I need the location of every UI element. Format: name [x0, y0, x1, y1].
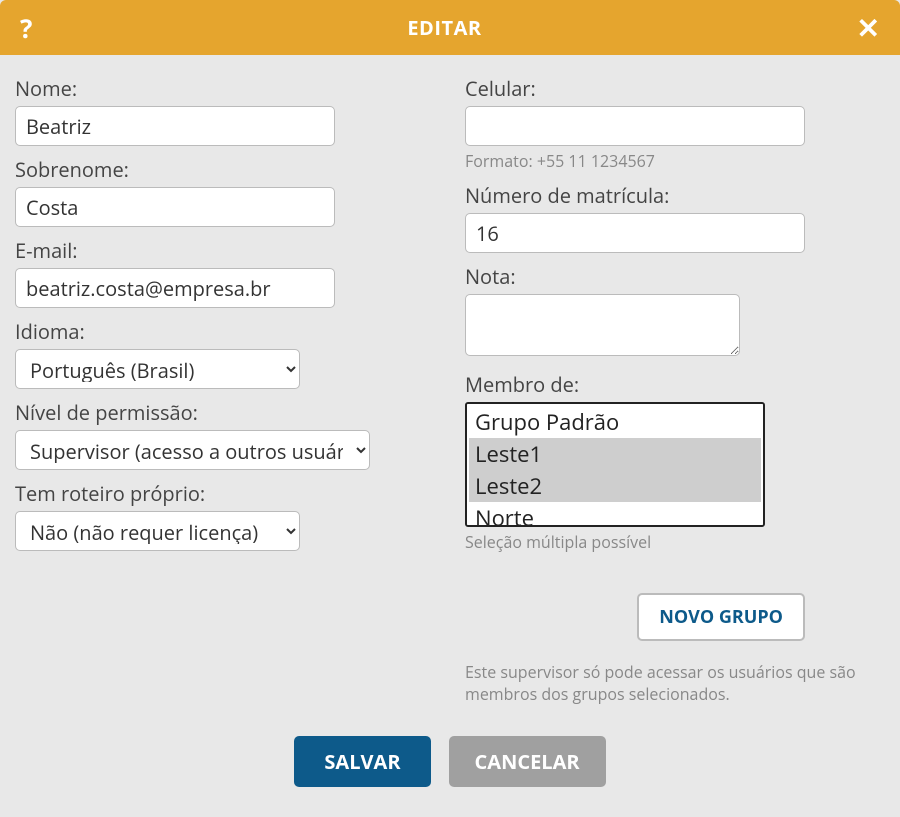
- supervisor-note: Este supervisor só pode acessar os usuár…: [465, 661, 860, 706]
- matricula-input[interactable]: [465, 213, 805, 253]
- matricula-label: Número de matrícula:: [465, 182, 805, 209]
- idioma-select[interactable]: Português (Brasil): [15, 349, 300, 389]
- group-option[interactable]: Norte: [469, 502, 761, 527]
- idioma-label: Idioma:: [15, 318, 335, 345]
- close-icon[interactable]: ✕: [857, 14, 880, 42]
- column-left: Nome: Sobrenome: E-mail: Idioma: Portugu…: [15, 75, 335, 706]
- group-option[interactable]: Leste1: [469, 438, 761, 470]
- salvar-button[interactable]: SALVAR: [294, 736, 430, 787]
- modal-body: Nome: Sobrenome: E-mail: Idioma: Portugu…: [0, 55, 900, 716]
- sobrenome-label: Sobrenome:: [15, 156, 335, 183]
- roteiro-label: Tem roteiro próprio:: [15, 480, 335, 507]
- cancelar-button[interactable]: CANCELAR: [449, 736, 606, 787]
- sobrenome-input[interactable]: [15, 187, 335, 227]
- group-option[interactable]: Leste2: [469, 470, 761, 502]
- nome-label: Nome:: [15, 75, 335, 102]
- novo-grupo-button[interactable]: NOVO GRUPO: [637, 593, 805, 641]
- membro-select[interactable]: Grupo PadrãoLeste1Leste2Norte: [465, 402, 765, 527]
- permissao-label: Nível de permissão:: [15, 399, 335, 426]
- email-label: E-mail:: [15, 237, 335, 264]
- permissao-select[interactable]: Supervisor (acesso a outros usuários): [15, 430, 370, 470]
- email-input[interactable]: [15, 268, 335, 308]
- modal-title: EDITAR: [407, 14, 481, 41]
- membro-label: Membro de:: [465, 371, 805, 398]
- celular-hint: Formato: +55 11 1234567: [465, 150, 805, 172]
- column-right: Celular: Formato: +55 11 1234567 Número …: [465, 75, 805, 706]
- nome-input[interactable]: [15, 106, 335, 146]
- roteiro-select[interactable]: Não (não requer licença): [15, 511, 300, 551]
- group-option[interactable]: Grupo Padrão: [469, 406, 761, 438]
- celular-label: Celular:: [465, 75, 805, 102]
- modal-header: ? EDITAR ✕: [0, 0, 900, 55]
- modal-footer: SALVAR CANCELAR: [0, 716, 900, 817]
- nota-textarea[interactable]: [465, 294, 740, 356]
- celular-input[interactable]: [465, 106, 805, 146]
- membro-hint: Seleção múltipla possível: [465, 531, 805, 553]
- nota-label: Nota:: [465, 263, 805, 290]
- help-icon[interactable]: ?: [20, 10, 32, 46]
